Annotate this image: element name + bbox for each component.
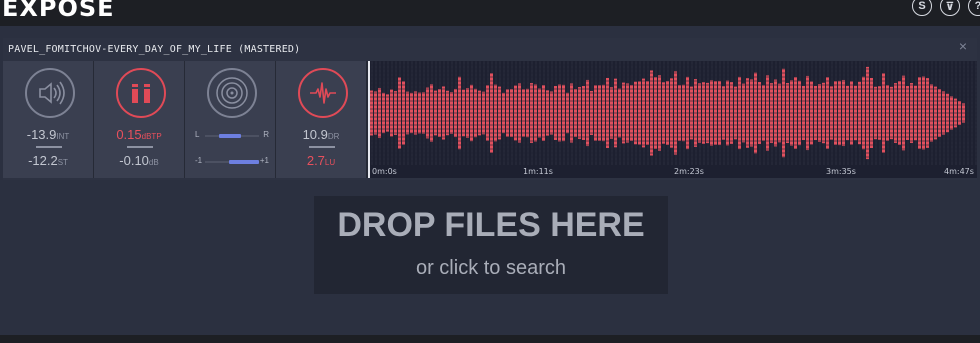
int-loudness-value: -13.9	[26, 127, 57, 142]
lu-unit: LU	[324, 158, 336, 167]
speaker-icon	[25, 68, 75, 118]
dbtp-unit: dBTP	[141, 132, 162, 141]
waveform-display[interactable]: 0m:0s 1m:11s 2m:23s 3m:35s 4m:47s	[368, 61, 977, 178]
int-unit: INT	[56, 132, 70, 141]
correlation-left-label: -1	[195, 156, 203, 165]
time-tick: 3m:35s	[826, 167, 856, 176]
track-panel[interactable]: PAVEL_FOMITCHOV-EVERY_DAY_OF_MY_LIFE (MA…	[3, 38, 977, 180]
filter-icon[interactable]: ⊽	[940, 0, 960, 16]
stereo-meter[interactable]: L R -1 +1	[185, 61, 275, 178]
waveform-icon	[298, 68, 348, 118]
peak-db-value: -0.10	[119, 153, 149, 168]
dr-unit: DR	[327, 132, 340, 141]
balance-left-label: L	[195, 130, 200, 139]
app-title: EXPOSE	[2, 0, 115, 22]
balance-bar: L R	[195, 130, 269, 142]
true-peak-value: 0.15	[116, 127, 142, 142]
bottom-bar	[0, 335, 980, 343]
lu-value: 2.7	[306, 153, 325, 168]
close-icon[interactable]: ×	[959, 38, 967, 54]
divider	[36, 146, 62, 148]
dynamics-meter[interactable]: 10.9DR 2.7LU	[276, 61, 366, 178]
time-tick: 2m:23s	[674, 167, 704, 176]
playhead[interactable]	[368, 61, 370, 178]
help-icon[interactable]: ?	[968, 0, 980, 16]
db-unit: dB	[148, 158, 159, 167]
drop-subtitle: or click to search	[415, 257, 567, 279]
st-unit: ST	[57, 158, 68, 167]
peak-meter[interactable]: 0.15dBTP -0.10dB	[94, 61, 184, 178]
divider	[309, 146, 335, 148]
s-icon[interactable]: S	[912, 0, 932, 16]
vinyl-icon	[207, 68, 257, 118]
time-tick: 1m:11s	[523, 167, 553, 176]
drop-zone[interactable]: DROP FILES HERE or click to search	[314, 196, 668, 294]
track-title: PAVEL_FOMITCHOV-EVERY_DAY_OF_MY_LIFE (MA…	[8, 44, 301, 55]
time-tick: 0m:0s	[372, 167, 397, 176]
peak-icon	[116, 68, 166, 118]
correlation-right-label: +1	[259, 156, 269, 165]
dr-value: 10.9	[302, 127, 328, 142]
meter-group: -13.9INT -12.2ST 0.15dBTP -0.10dB L R -1…	[3, 61, 368, 178]
correlation-bar: -1 +1	[195, 156, 269, 168]
time-tick: 4m:47s	[944, 167, 974, 176]
st-loudness-value: -12.2	[28, 153, 58, 168]
top-bar: EXPOSE S ⊽ ?	[0, 0, 980, 26]
drop-title: DROP FILES HERE	[337, 206, 645, 244]
loudness-meter[interactable]: -13.9INT -12.2ST	[3, 61, 93, 178]
balance-right-label: R	[263, 130, 269, 139]
divider	[127, 146, 153, 148]
top-icon-group: S ⊽ ?	[912, 0, 980, 16]
waveform-graphic	[368, 61, 977, 165]
